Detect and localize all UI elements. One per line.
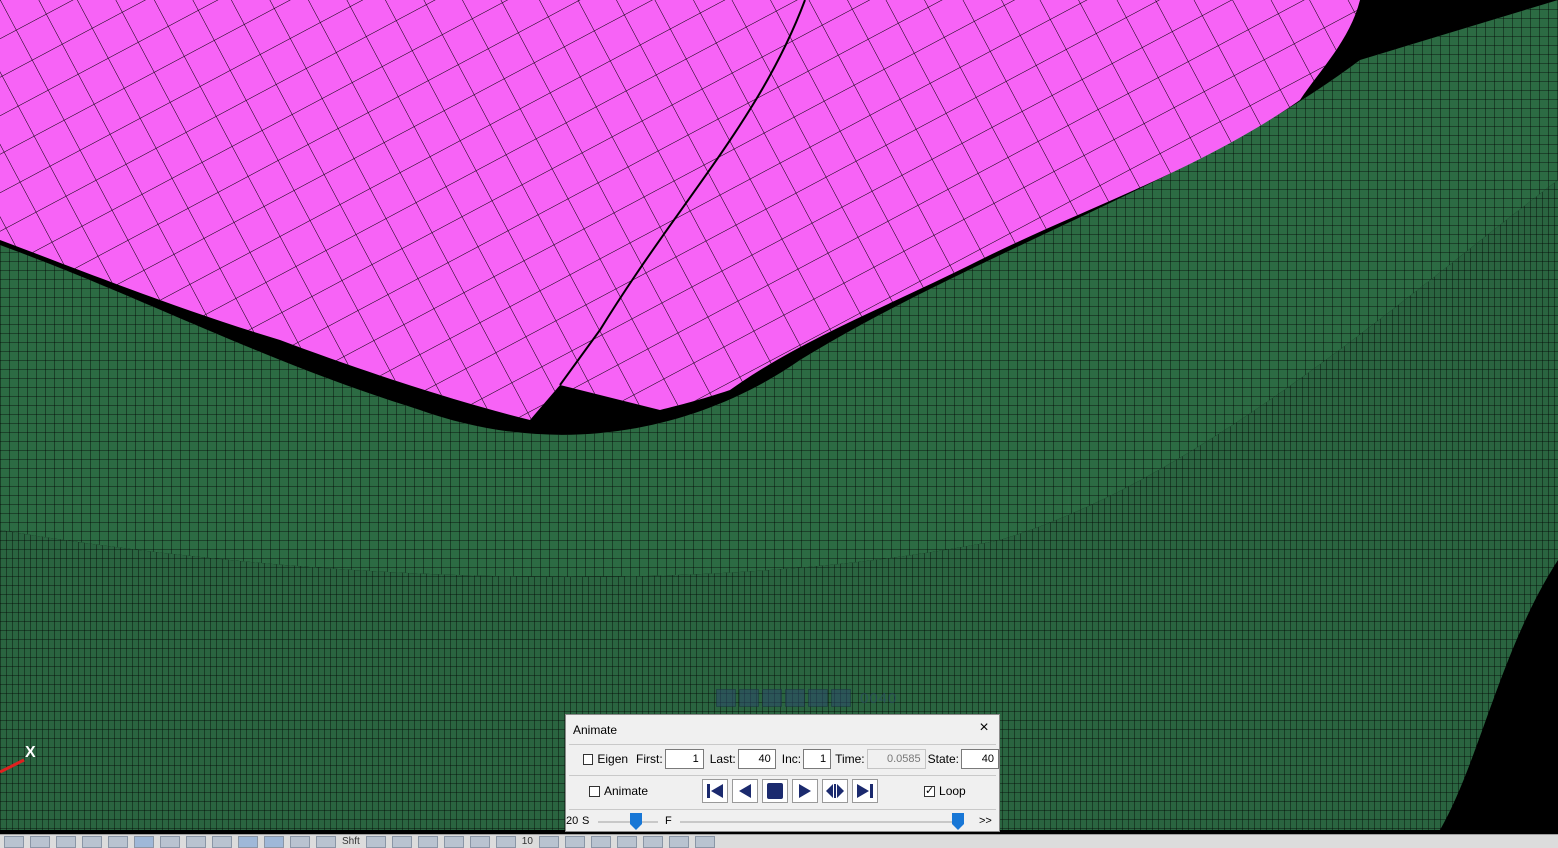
- view-icon[interactable]: [290, 835, 310, 848]
- overlay-last-icon: [831, 689, 851, 707]
- speed-slider-row: 20 S F >>: [566, 813, 999, 831]
- close-icon[interactable]: ×: [975, 719, 993, 737]
- toolbar-icon[interactable]: [590, 835, 611, 848]
- view-cube-icon[interactable]: [134, 835, 154, 848]
- count-label: 10: [521, 836, 533, 847]
- shift-label: Shft: [342, 836, 360, 847]
- view-cube-icon[interactable]: [108, 835, 128, 848]
- frame-range-row: Eigen First: Last: Inc: Time: State:: [566, 746, 999, 772]
- overlay-back-icon: [739, 689, 759, 707]
- toolbar-icon[interactable]: [694, 835, 715, 848]
- eigen-checkbox[interactable]: [583, 753, 594, 765]
- step-back-icon: [739, 784, 752, 798]
- stop-button[interactable]: [762, 779, 789, 803]
- frame-slider-thumb[interactable]: [952, 813, 964, 830]
- loop-checkbox[interactable]: [924, 784, 936, 797]
- time-label: Time:: [835, 752, 865, 766]
- play-icon: [799, 784, 812, 798]
- view-cube-icon[interactable]: [4, 835, 24, 848]
- playback-row: Animate Loop: [566, 778, 999, 804]
- inc-label: Inc:: [781, 752, 802, 766]
- state-label: State:: [927, 752, 959, 766]
- last-frame-input[interactable]: [737, 749, 776, 769]
- toolbar-icon[interactable]: [538, 835, 559, 848]
- fast-label: F: [665, 815, 672, 827]
- frame-slider-track[interactable]: [680, 821, 962, 823]
- overlay-first-icon: [716, 689, 736, 707]
- speed-value: 20: [566, 815, 579, 827]
- toolbar-icon[interactable]: [564, 835, 585, 848]
- step-back-button[interactable]: [732, 779, 759, 803]
- first-frame-button[interactable]: [702, 779, 729, 803]
- bounce-button[interactable]: [822, 779, 849, 803]
- fringe-icon[interactable]: [212, 835, 232, 848]
- bounce-icon: [826, 784, 845, 798]
- last-frame-button[interactable]: [852, 779, 879, 803]
- last-label: Last:: [709, 752, 736, 766]
- animate-label: Animate: [604, 784, 649, 798]
- axis-x-label: X: [25, 744, 36, 761]
- overlay-state-label: 0040: [860, 689, 898, 707]
- view-cube-icon[interactable]: [186, 835, 206, 848]
- state-input[interactable]: [961, 749, 999, 769]
- animate-dialog: Animate × Eigen First: Last: Inc: Time: …: [565, 714, 1000, 832]
- first-label: First:: [636, 752, 663, 766]
- toolbar-icon[interactable]: [365, 835, 386, 848]
- toolbar-icon[interactable]: [642, 835, 663, 848]
- overlay-stop-icon: [762, 689, 782, 707]
- view-cube-icon[interactable]: [56, 835, 76, 848]
- dialog-title: Animate: [573, 723, 618, 737]
- pause-icon[interactable]: [238, 835, 258, 848]
- more-button[interactable]: >>: [979, 815, 992, 827]
- slow-label: S: [582, 815, 590, 827]
- increment-input[interactable]: [803, 749, 832, 769]
- loop-label: Loop: [939, 784, 966, 798]
- eigen-label: Eigen: [597, 752, 629, 766]
- toolbar-icon[interactable]: [469, 835, 490, 848]
- shade-icon[interactable]: [264, 835, 284, 848]
- first-frame-input[interactable]: [664, 749, 704, 769]
- first-frame-icon: [707, 784, 724, 798]
- toolbar-icon[interactable]: [495, 835, 516, 848]
- play-button[interactable]: [792, 779, 819, 803]
- overlay-play-icon: [785, 689, 805, 707]
- toolbar-icon[interactable]: [668, 835, 689, 848]
- overlay-bounce-icon: [808, 689, 828, 707]
- view-cube-icon[interactable]: [82, 835, 102, 848]
- viewport-playback-overlay: 0040: [716, 686, 897, 710]
- toolbar-icon[interactable]: [391, 835, 412, 848]
- view-icon[interactable]: [316, 835, 336, 848]
- speed-slider-thumb[interactable]: [630, 813, 642, 830]
- toolbar-icon[interactable]: [616, 835, 637, 848]
- speed-slider-track[interactable]: [598, 821, 658, 823]
- view-cube-icon[interactable]: [30, 835, 50, 848]
- toolbar-icon[interactable]: [417, 835, 438, 848]
- stop-icon: [767, 783, 784, 799]
- animate-checkbox[interactable]: [589, 785, 600, 797]
- bottom-toolbar: Shft 10: [0, 834, 1558, 848]
- last-frame-icon: [857, 784, 874, 798]
- view-cube-icon[interactable]: [160, 835, 180, 848]
- toolbar-icon[interactable]: [443, 835, 464, 848]
- time-readout: [866, 749, 926, 769]
